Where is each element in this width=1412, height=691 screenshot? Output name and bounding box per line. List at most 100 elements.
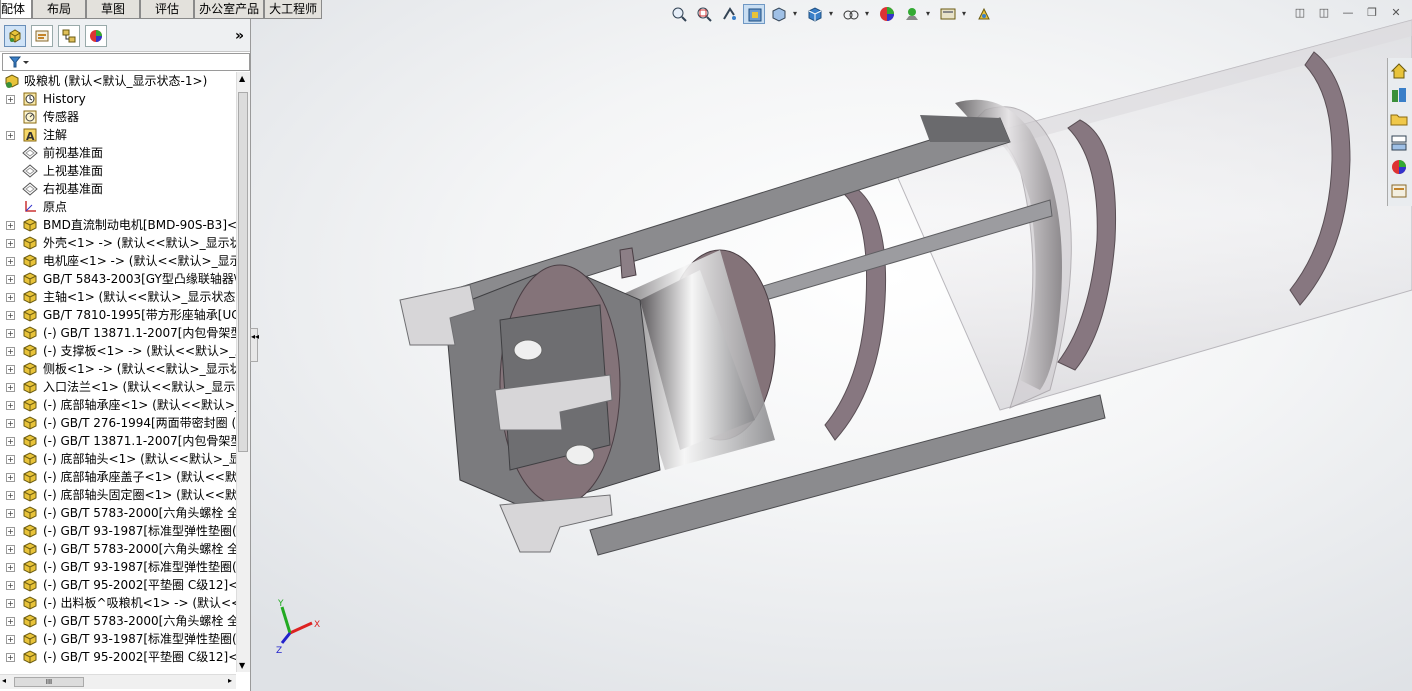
view-palette-icon[interactable] [1390, 134, 1410, 154]
custom-properties-icon[interactable] [1390, 182, 1410, 202]
expand-toggle-icon[interactable]: + [6, 329, 15, 338]
scroll-right-icon[interactable]: ▸ [228, 676, 232, 685]
tree-item[interactable]: + (-) 支撑板<1> -> (默认<<默认>_显 [0, 342, 236, 360]
expand-toggle-icon[interactable]: + [6, 347, 15, 356]
scroll-down-icon[interactable]: ▼ [239, 661, 245, 670]
scroll-thumb[interactable] [238, 92, 248, 452]
section-view-icon[interactable] [743, 4, 765, 24]
close-icon[interactable]: ✕ [1388, 6, 1404, 20]
tree-item[interactable]: + (-) GB/T 95-2002[平垫圈 C级12]<2 [0, 648, 236, 666]
hide-show-dropdown-icon[interactable]: ▾ [865, 4, 873, 24]
expand-toggle-icon[interactable]: + [6, 455, 15, 464]
expand-toggle-icon[interactable]: + [6, 221, 15, 230]
feature-manager-icon[interactable] [4, 25, 26, 47]
file-explorer-icon[interactable] [1390, 110, 1410, 130]
tab-engineer[interactable]: 大工程师 [264, 0, 323, 19]
expand-toggle-icon[interactable]: + [6, 383, 15, 392]
appearances-icon[interactable] [1390, 158, 1410, 178]
expand-toggle-icon[interactable]: + [6, 653, 15, 662]
expand-panel-button[interactable]: » [235, 28, 244, 44]
property-manager-icon[interactable] [31, 25, 53, 47]
tree-item[interactable]: + (-) GB/T 5783-2000[六角头螺栓 全 [0, 612, 236, 630]
expand-toggle-icon[interactable]: + [6, 545, 15, 554]
tile-right-icon[interactable]: ◫ [1316, 6, 1332, 20]
expand-toggle-icon[interactable]: + [6, 527, 15, 536]
graphics-area[interactable] [251, 0, 1412, 691]
tree-item[interactable]: + (-) GB/T 93-1987[标准型弹性垫圈( [0, 630, 236, 648]
tree-item[interactable]: + (-) GB/T 276-1994[两面带密封圈 ( [0, 414, 236, 432]
tree-horizontal-scrollbar[interactable]: ◂ III ▸ [0, 674, 236, 689]
tree-item[interactable]: + (-) 底部轴承座盖子<1> (默认<<默认 [0, 468, 236, 486]
scene-dropdown-icon[interactable]: ▾ [926, 4, 934, 24]
tree-item[interactable]: + (-) GB/T 5783-2000[六角头螺栓 全 [0, 540, 236, 558]
tree-item[interactable]: 传感器 [0, 108, 236, 126]
tree-item[interactable]: 前视基准面 [0, 144, 236, 162]
configuration-manager-icon[interactable] [58, 25, 80, 47]
tree-item[interactable]: + GB/T 5843-2003[GY型凸缘联轴器\ [0, 270, 236, 288]
expand-toggle-icon[interactable]: + [6, 257, 15, 266]
tree-vertical-scrollbar[interactable]: ▲ ▼ [236, 72, 250, 672]
tree-item[interactable]: + (-) 出料板^吸粮机<1> -> (默认<<: [0, 594, 236, 612]
tree-item[interactable]: + BMD直流制动电机[BMD-90S-B3]< [0, 216, 236, 234]
appearance-icon[interactable] [876, 4, 898, 24]
tree-item[interactable]: + (-) GB/T 93-1987[标准型弹性垫圈( [0, 522, 236, 540]
expand-toggle-icon[interactable]: + [6, 599, 15, 608]
display-style-dropdown-icon[interactable]: ▾ [829, 4, 837, 24]
expand-toggle-icon[interactable]: + [6, 131, 15, 140]
expand-toggle-icon[interactable]: + [6, 275, 15, 284]
scroll-up-icon[interactable]: ▲ [239, 74, 245, 83]
tab-office-products[interactable]: 办公室产品 [194, 0, 265, 19]
panel-collapse-handle[interactable]: ◂◂ [250, 328, 259, 362]
expand-toggle-icon[interactable]: + [6, 95, 15, 104]
zoom-to-fit-icon[interactable] [668, 4, 690, 24]
expand-toggle-icon[interactable]: + [6, 563, 15, 572]
tree-item[interactable]: + (-) GB/T 5783-2000[六角头螺栓 全 [0, 504, 236, 522]
tree-item[interactable]: + (-) 底部轴头<1> (默认<<默认>_显: [0, 450, 236, 468]
tree-item[interactable]: 右视基准面 [0, 180, 236, 198]
tree-item[interactable]: + (-) 底部轴头固定圈<1> (默认<<默认 [0, 486, 236, 504]
render-tools-icon[interactable] [973, 4, 995, 24]
tree-item[interactable]: + GB/T 7810-1995[带方形座轴承[UC [0, 306, 236, 324]
expand-toggle-icon[interactable]: + [6, 293, 15, 302]
tab-sketch[interactable]: 草图 [86, 0, 141, 19]
restore-icon[interactable]: ❐ [1364, 6, 1380, 20]
tree-item[interactable]: + 电机座<1> -> (默认<<默认>_显示 [0, 252, 236, 270]
hscroll-thumb[interactable]: III [14, 677, 84, 687]
tree-item[interactable]: + 主轴<1> (默认<<默认>_显示状态 1 [0, 288, 236, 306]
tree-item[interactable]: 上视基准面 [0, 162, 236, 180]
design-library-icon[interactable] [1390, 86, 1410, 106]
expand-toggle-icon[interactable]: + [6, 473, 15, 482]
tab-evaluate[interactable]: 评估 [140, 0, 195, 19]
expand-toggle-icon[interactable]: + [6, 365, 15, 374]
expand-toggle-icon[interactable]: + [6, 437, 15, 446]
hide-show-icon[interactable] [840, 4, 862, 24]
tree-item[interactable]: + (-) 底部轴承座<1> (默认<<默认>_ [0, 396, 236, 414]
tree-item[interactable]: + 入口法兰<1> (默认<<默认>_显示状 [0, 378, 236, 396]
expand-toggle-icon[interactable]: + [6, 311, 15, 320]
tree-root[interactable]: 吸粮机 (默认<默认_显示状态-1>) [0, 72, 236, 90]
expand-toggle-icon[interactable]: + [6, 617, 15, 626]
tree-item[interactable]: 原点 [0, 198, 236, 216]
tab-layout[interactable]: 布局 [32, 0, 87, 19]
expand-toggle-icon[interactable]: + [6, 239, 15, 248]
tree-item[interactable]: + (-) GB/T 93-1987[标准型弹性垫圈( [0, 558, 236, 576]
expand-toggle-icon[interactable]: + [6, 509, 15, 518]
tree-item[interactable]: + 外壳<1> -> (默认<<默认>_显示状 [0, 234, 236, 252]
tree-item[interactable]: + (-) GB/T 95-2002[平垫圈 C级12]<1 [0, 576, 236, 594]
tree-item[interactable]: + A 注解 [0, 126, 236, 144]
display-manager-icon[interactable] [85, 25, 107, 47]
scene-icon[interactable] [901, 4, 923, 24]
view-orientation-icon[interactable] [768, 4, 790, 24]
tab-assembly[interactable]: 配体 [0, 0, 33, 19]
expand-toggle-icon[interactable]: + [6, 491, 15, 500]
tile-left-icon[interactable]: ◫ [1292, 6, 1308, 20]
scroll-left-icon[interactable]: ◂ [2, 676, 6, 685]
tree-item[interactable]: + (-) GB/T 13871.1-2007[内包骨架型 [0, 324, 236, 342]
tree-item[interactable]: + (-) GB/T 13871.1-2007[内包骨架型 [0, 432, 236, 450]
view-settings-icon[interactable] [937, 4, 959, 24]
expand-toggle-icon[interactable]: + [6, 401, 15, 410]
display-style-icon[interactable] [804, 4, 826, 24]
expand-toggle-icon[interactable]: + [6, 581, 15, 590]
tree-item[interactable]: + History [0, 90, 236, 108]
tree-item[interactable]: + 侧板<1> -> (默认<<默认>_显示状 [0, 360, 236, 378]
